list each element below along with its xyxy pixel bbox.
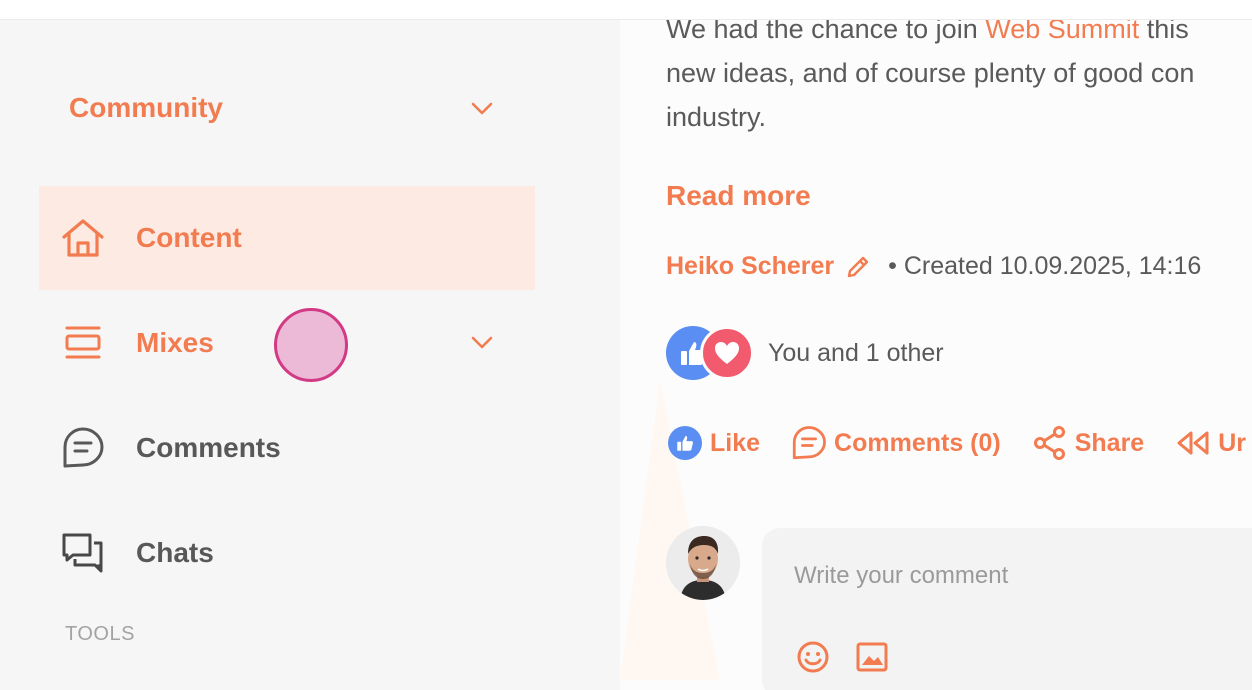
- layers-icon: [59, 319, 107, 367]
- thumbs-up-icon: [666, 424, 704, 462]
- sidebar-item-comments[interactable]: Comments: [39, 396, 535, 500]
- post-text-line: this: [1139, 20, 1189, 44]
- share-icon: [1031, 424, 1069, 462]
- chats-icon: [59, 529, 107, 577]
- image-icon[interactable]: [853, 638, 891, 676]
- tools-heading: TOOLS: [65, 623, 135, 645]
- post-meta: Heiko Scherer • Created 10.09.2025, 14:1…: [666, 252, 1201, 281]
- read-more-link[interactable]: Read more: [666, 180, 811, 212]
- comment-input[interactable]: [794, 562, 1252, 590]
- like-label: Like: [710, 428, 761, 457]
- chevron-down-icon[interactable]: [467, 328, 497, 358]
- home-icon: [59, 214, 107, 262]
- reactions-text: You and 1 other: [768, 338, 944, 367]
- comments-button[interactable]: Comments (0): [790, 424, 1001, 462]
- sidebar-item-label: Content: [136, 222, 242, 253]
- post-actions: Like Comments (0) Share Ur: [666, 424, 1252, 462]
- sidebar-item-label: Chats: [136, 537, 214, 568]
- sidebar-item-chats[interactable]: Chats: [39, 501, 535, 605]
- unfollow-button[interactable]: Ur: [1174, 424, 1246, 462]
- post-text-line: industry.: [666, 102, 767, 132]
- sidebar-item-label: Comments: [136, 432, 281, 463]
- pencil-icon[interactable]: [844, 253, 872, 281]
- post-text: We had the chance to join Web Summit thi…: [666, 20, 1252, 139]
- created-timestamp: • Created 10.09.2025, 14:16: [888, 252, 1202, 280]
- unfollow-label: Ur: [1218, 428, 1246, 457]
- comment-composer: [762, 528, 1252, 690]
- post-text-line: new ideas, and of course plenty of good …: [666, 58, 1195, 88]
- comment-icon: [59, 424, 107, 472]
- sidebar-item-label: Mixes: [136, 327, 214, 358]
- heart-icon: [700, 326, 754, 380]
- avatar[interactable]: [666, 526, 740, 600]
- post-text-line: We had the chance to join: [666, 20, 986, 44]
- emoji-icon[interactable]: [794, 638, 832, 676]
- share-button[interactable]: Share: [1031, 424, 1144, 462]
- like-button[interactable]: Like: [666, 424, 760, 462]
- comment-icon: [790, 424, 828, 462]
- sidebar-section-community[interactable]: Community: [69, 92, 223, 124]
- reactions-summary[interactable]: You and 1 other: [666, 326, 944, 380]
- post-panel: We had the chance to join Web Summit thi…: [620, 20, 1252, 690]
- chevron-down-icon[interactable]: [467, 94, 497, 124]
- comments-label: Comments (0): [834, 428, 1001, 457]
- share-label: Share: [1074, 428, 1145, 457]
- sidebar-item-content[interactable]: Content: [39, 186, 535, 290]
- author-name[interactable]: Heiko Scherer: [666, 252, 834, 281]
- rewind-icon: [1174, 424, 1212, 462]
- post-link[interactable]: Web Summit: [985, 20, 1139, 44]
- touch-cursor-indicator: [274, 308, 348, 382]
- top-bar: [0, 0, 1252, 20]
